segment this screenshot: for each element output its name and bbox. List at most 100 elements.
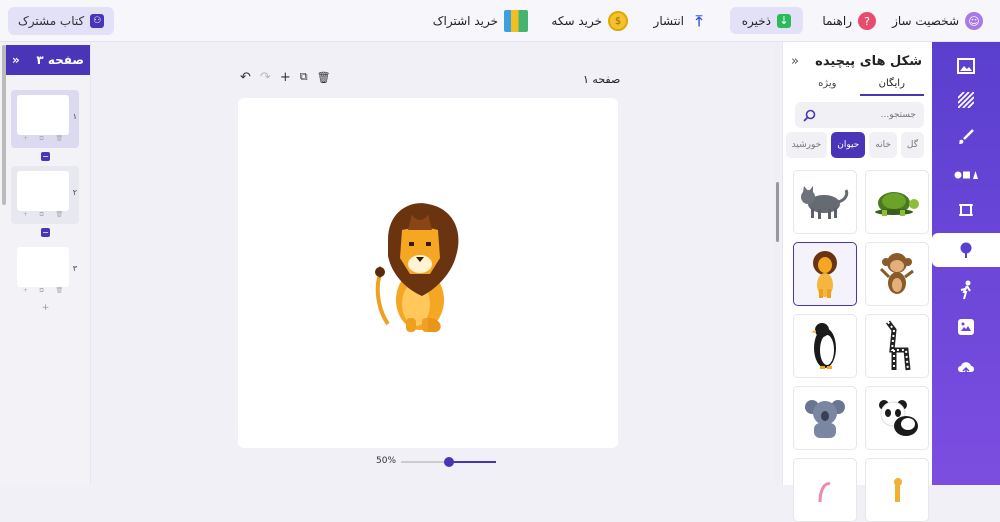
- pages-scroll-thumb[interactable]: [2, 45, 6, 205]
- remove-page-button[interactable]: −: [41, 228, 50, 237]
- shapes-icon: [954, 171, 978, 179]
- search-input[interactable]: [816, 110, 916, 120]
- shape-monkey[interactable]: [865, 242, 929, 306]
- library-scroll-thumb[interactable]: [776, 182, 779, 242]
- shape-lion[interactable]: [793, 242, 857, 306]
- flamingo-icon: [818, 482, 831, 502]
- chip-animal[interactable]: حیوان: [831, 132, 866, 158]
- buy-subscription-button[interactable]: خرید اشتراک: [433, 8, 528, 34]
- rail-shapes-tool[interactable]: [932, 158, 1000, 192]
- delete-page-icon[interactable]: 🗑: [56, 135, 64, 143]
- users-icon: ⚇: [90, 14, 105, 28]
- page-number: ۲: [72, 188, 77, 197]
- shape-cat[interactable]: [793, 170, 857, 234]
- page-thumb-2[interactable]: + ⧉ 🗑 ۲: [11, 166, 79, 224]
- duplicate-page-icon[interactable]: ⧉: [40, 211, 44, 219]
- tree-icon: [960, 242, 972, 258]
- delete-page-icon[interactable]: 🗑: [56, 287, 64, 295]
- trash-icon[interactable]: 🗑: [317, 71, 331, 84]
- publish-button[interactable]: ⤒ انتشار: [654, 8, 708, 34]
- collapse-panel-icon[interactable]: »: [791, 54, 799, 69]
- giraffe-icon: [894, 478, 902, 502]
- koala-icon: [805, 400, 845, 438]
- shape-penguin[interactable]: [793, 314, 857, 378]
- chip-flower[interactable]: گل: [900, 132, 924, 158]
- page-number: ۱: [72, 112, 77, 121]
- pages-count: ۳ صفحه: [36, 53, 84, 67]
- page-thumb-1[interactable]: + ⧉ 🗑 ۱: [11, 90, 79, 148]
- frame-icon: [959, 204, 973, 216]
- library-scrollbar[interactable]: [775, 42, 780, 485]
- page-thumb-tools: + ⧉ 🗑: [17, 211, 69, 219]
- rail-character-tool[interactable]: [932, 273, 1000, 307]
- remove-page-button[interactable]: −: [41, 152, 50, 161]
- undo-icon[interactable]: ↶: [240, 70, 251, 85]
- help-button[interactable]: ? راهنما: [822, 8, 876, 34]
- shape-flamingo[interactable]: [793, 458, 857, 522]
- zoom-control: 50%: [373, 456, 498, 468]
- lion-illustration[interactable]: [372, 200, 468, 332]
- pages-panel: » ۳ صفحه + ⧉ 🗑 ۱ − + ⧉ 🗑 ۲ − + ⧉ 🗑 ۳ +: [0, 42, 91, 485]
- upload-icon: ⤒: [695, 12, 703, 30]
- zoom-slider[interactable]: [401, 457, 496, 467]
- shared-book-button[interactable]: ⚇ کتاب مشترک: [8, 7, 115, 35]
- rail-frame-tool[interactable]: [932, 193, 1000, 227]
- lion-icon: [813, 251, 837, 298]
- rail-image-tool[interactable]: [932, 49, 1000, 83]
- redo-icon[interactable]: ↷: [260, 70, 271, 85]
- shape-giraffe[interactable]: [865, 458, 929, 522]
- library-tabs: رایگان ویژه: [795, 78, 924, 96]
- duplicate-icon[interactable]: ⧉: [300, 70, 308, 84]
- shape-zebra[interactable]: [865, 314, 929, 378]
- expand-pages-icon[interactable]: »: [12, 53, 20, 67]
- zoom-slider-knob[interactable]: [443, 457, 454, 467]
- person-icon: [960, 280, 971, 300]
- shape-turtle[interactable]: [865, 170, 929, 234]
- add-icon[interactable]: +: [280, 70, 291, 85]
- tab-free[interactable]: رایگان: [859, 78, 924, 96]
- save-button[interactable]: ↓ ذخیره: [729, 7, 803, 34]
- shape-panda[interactable]: [865, 386, 929, 450]
- save-label: ذخیره: [741, 13, 771, 28]
- delete-page-icon[interactable]: 🗑: [56, 211, 64, 219]
- add-page-icon[interactable]: +: [23, 211, 28, 219]
- tab-special[interactable]: ویژه: [795, 78, 860, 96]
- rail-brush-tool[interactable]: [932, 120, 1000, 154]
- page-label: صفحه ۱: [583, 73, 621, 86]
- pages-scrollbar[interactable]: [2, 45, 6, 485]
- rail-upload-tool[interactable]: [932, 352, 1000, 386]
- buy-coin-button[interactable]: $ خرید سکه: [551, 8, 628, 34]
- zoom-label: 50%: [376, 456, 397, 466]
- monkey-icon: [879, 253, 914, 294]
- penguin-icon: [811, 323, 836, 369]
- character-maker-button[interactable]: ☺ شخصیت ساز: [892, 8, 983, 34]
- image-icon: [957, 58, 975, 74]
- add-page-icon[interactable]: +: [23, 287, 28, 295]
- panda-icon: [879, 400, 918, 436]
- photo-icon: [958, 319, 974, 335]
- page-thumb-preview: [17, 171, 69, 211]
- download-icon: ↓: [777, 13, 791, 28]
- pattern-icon: [958, 92, 974, 108]
- page-thumb-3[interactable]: + ⧉ 🗑 ۳: [11, 242, 79, 300]
- question-icon: ?: [858, 12, 876, 30]
- shape-library-panel: شکل های پیچیده » رایگان ویژه گل خانه حیو…: [782, 42, 932, 522]
- rail-photo-tool[interactable]: [932, 310, 1000, 344]
- rail-pattern-tool[interactable]: [932, 83, 1000, 117]
- add-page-button[interactable]: +: [41, 304, 50, 313]
- page-number: ۳: [72, 264, 77, 273]
- library-search: [795, 102, 924, 128]
- rail-complex-shapes-tool[interactable]: [932, 233, 1000, 267]
- duplicate-page-icon[interactable]: ⧉: [40, 135, 44, 143]
- chip-house[interactable]: خانه: [869, 132, 897, 158]
- duplicate-page-icon[interactable]: ⧉: [40, 287, 44, 295]
- pages-header: » ۳ صفحه: [6, 45, 90, 75]
- design-canvas[interactable]: [238, 98, 618, 448]
- books-icon: [504, 10, 528, 32]
- shape-koala[interactable]: [793, 386, 857, 450]
- chip-sun[interactable]: خورشید: [785, 132, 828, 158]
- buy-coin-label: خرید سکه: [551, 14, 602, 28]
- search-icon[interactable]: [803, 109, 816, 122]
- coin-icon: $: [608, 11, 628, 31]
- add-page-icon[interactable]: +: [23, 135, 28, 143]
